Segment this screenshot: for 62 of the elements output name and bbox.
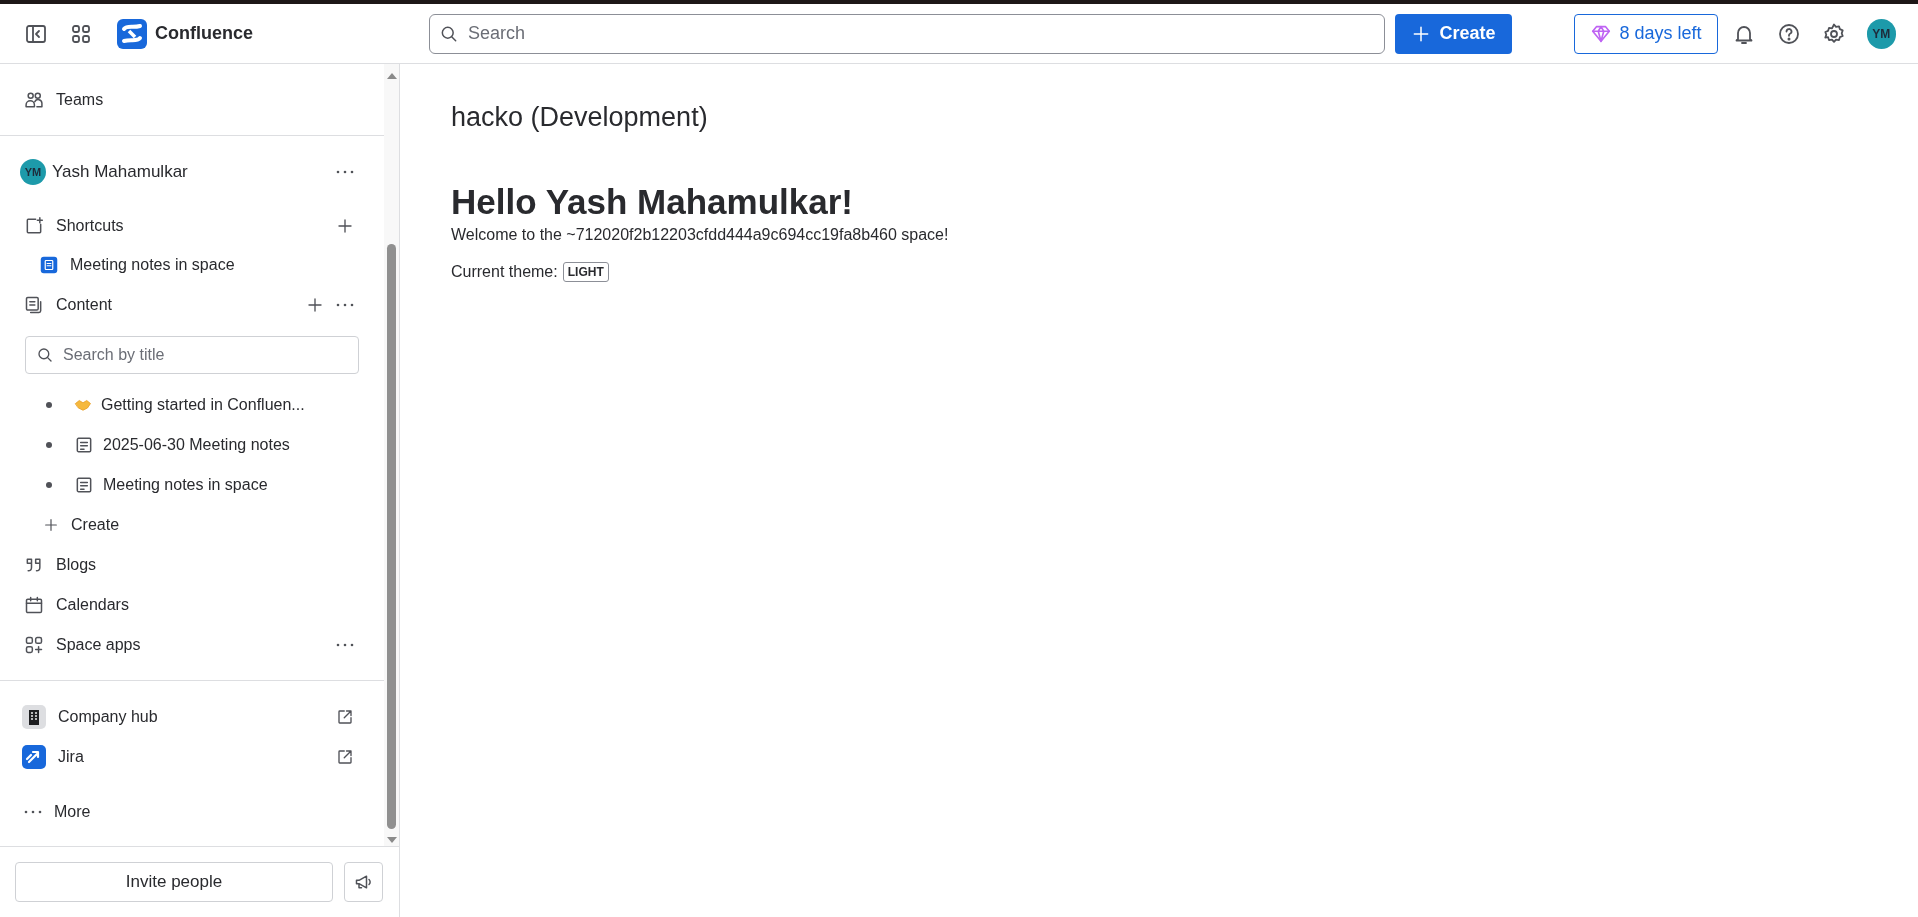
- scroll-down-icon[interactable]: [385, 835, 398, 845]
- trial-button[interactable]: 8 days left: [1573, 13, 1718, 54]
- sidebar-section[interactable]: Content: [0, 285, 385, 325]
- invite-people-button[interactable]: Invite people: [15, 862, 333, 902]
- more-icon[interactable]: [336, 170, 355, 174]
- calendar-icon: [24, 595, 44, 615]
- product-name: Confluence: [155, 22, 253, 45]
- space-owner-row[interactable]: YM Yash Mahamulkar: [0, 152, 385, 192]
- space-title: hacko (Development): [451, 101, 708, 134]
- sidebar-item[interactable]: Calendars: [0, 585, 385, 625]
- settings-icon[interactable]: [1821, 21, 1846, 46]
- theme-tag: LIGHT: [562, 262, 609, 283]
- page-tree-item[interactable]: Meeting notes in space: [0, 465, 385, 505]
- external-link[interactable]: Company hub: [0, 697, 385, 737]
- shortcut-item[interactable]: Meeting notes in space: [0, 245, 385, 285]
- title-search-field[interactable]: Search by title: [25, 336, 360, 374]
- search-field[interactable]: Search: [429, 13, 1386, 54]
- profile-avatar[interactable]: YM: [1866, 18, 1896, 49]
- page-heading: Hello Yash Mahamulkar!: [451, 180, 853, 223]
- more-icon: [24, 810, 42, 814]
- sidebar-section[interactable]: Shortcuts: [0, 206, 385, 246]
- more-icon[interactable]: [336, 303, 355, 307]
- bullet-icon: [46, 442, 52, 448]
- shortcut-icon: [24, 216, 44, 236]
- sidebar-item[interactable]: Teams: [0, 80, 385, 120]
- document-icon: [40, 256, 58, 274]
- people-icon: [24, 90, 44, 110]
- megaphone-icon: [353, 872, 374, 892]
- add-icon[interactable]: [306, 296, 325, 314]
- external-link[interactable]: Jira: [0, 737, 385, 777]
- page-icon: [74, 475, 94, 495]
- bullet-icon: [46, 482, 52, 488]
- apps-icon: [24, 635, 44, 655]
- page-tree-item[interactable]: Getting started in Confluen...: [0, 385, 385, 425]
- owner-name: Yash Mahamulkar: [52, 161, 189, 184]
- content-icon: [24, 295, 44, 315]
- page-tree-item[interactable]: 2025-06-30 Meeting notes: [0, 425, 385, 465]
- create-page-link[interactable]: Create: [0, 505, 385, 545]
- more-item[interactable]: More: [0, 792, 385, 832]
- external-link-icon: [336, 708, 355, 726]
- feedback-button[interactable]: [344, 862, 383, 902]
- jira-logo-icon: [22, 745, 46, 769]
- plus-icon: [43, 517, 59, 533]
- sidebar-item[interactable]: Blogs: [0, 545, 385, 585]
- theme-label: Current theme:: [451, 262, 558, 283]
- bullet-icon: [46, 402, 52, 408]
- create-button[interactable]: Create: [1395, 13, 1512, 54]
- external-link-icon: [336, 748, 355, 766]
- more-icon[interactable]: [336, 643, 355, 647]
- owner-avatar: YM: [20, 159, 46, 185]
- scrollbar[interactable]: [384, 64, 399, 846]
- quote-icon: [24, 555, 44, 575]
- sidebar-item[interactable]: Space apps: [0, 625, 385, 665]
- scroll-thumb[interactable]: [387, 244, 396, 829]
- page-icon: [74, 435, 94, 455]
- welcome-text: Welcome to the ~712020f2b12203cfdd444a9c694cc19fa8b460 space!: [451, 225, 949, 246]
- building-icon: [22, 705, 46, 729]
- add-icon[interactable]: [336, 217, 355, 235]
- scroll-up-icon[interactable]: [385, 71, 398, 81]
- confluence-logo-icon[interactable]: [117, 18, 147, 49]
- help-icon[interactable]: [1776, 21, 1801, 46]
- search-icon: [36, 346, 54, 364]
